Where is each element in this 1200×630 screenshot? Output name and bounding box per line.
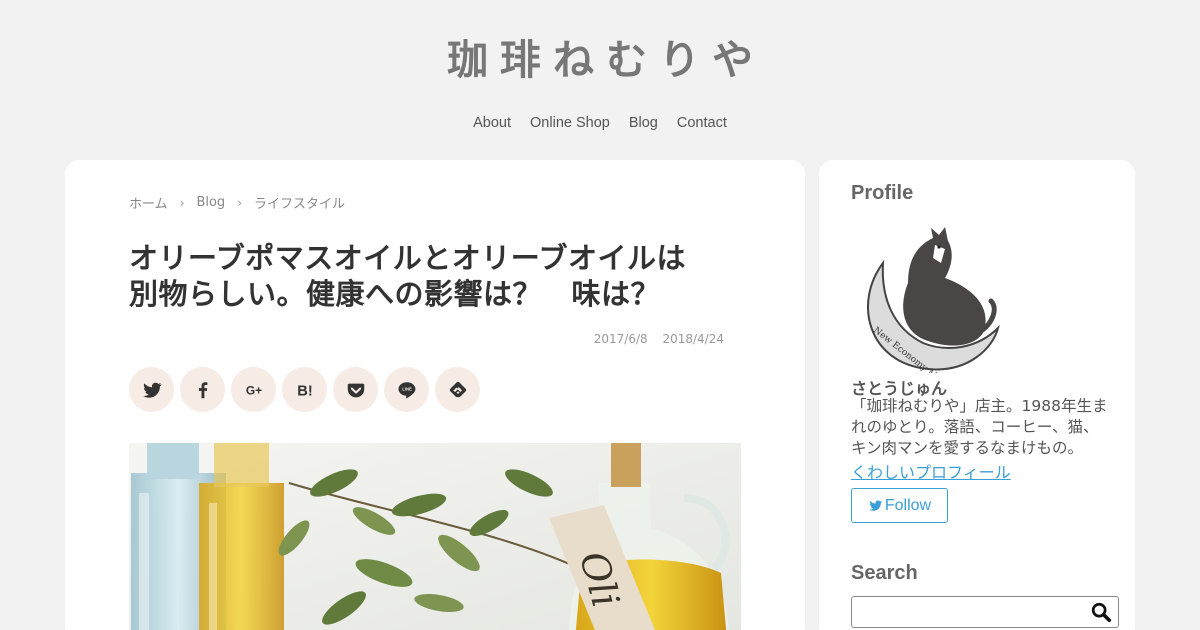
share-google-plus-button[interactable]: G+ — [231, 367, 276, 412]
hatena-text: B! — [297, 383, 312, 399]
chevron-right-icon: › — [179, 195, 185, 210]
search-icon[interactable] — [1090, 601, 1112, 623]
global-nav: About Online Shop Blog Contact — [0, 115, 1200, 131]
twitter-icon — [142, 382, 162, 398]
search-widget-title: Search — [851, 562, 918, 584]
site-title[interactable]: 珈琲ねむりや — [0, 26, 1200, 86]
hatena-bookmark-icon: B! — [297, 383, 312, 399]
facebook-icon — [198, 381, 207, 398]
nav-item-contact[interactable]: Contact — [677, 115, 727, 131]
google-plus-icon: G+ — [245, 383, 261, 397]
published-date: 2017/6/8 — [593, 332, 648, 346]
profile-widget-title: Profile — [851, 182, 914, 204]
article-card: ホーム › Blog › ライフスタイル オリーブポマスオイルとオリーブオイルは… — [65, 160, 805, 630]
twitter-follow-button[interactable]: Follow — [851, 488, 948, 523]
chevron-right-icon: › — [237, 195, 242, 210]
share-hatena-button[interactable]: B! — [282, 367, 327, 412]
post-dates: 2017/6/8 2018/4/24 — [594, 332, 724, 346]
share-facebook-button[interactable] — [180, 367, 225, 412]
author-bio: 「珈琲ねむりや」店主。1988年生ま れのゆとり。落語、コーヒー、猫、 キン肉マ… — [851, 396, 1117, 459]
line-text: LINE — [402, 386, 412, 391]
line-icon: LINE — [397, 381, 415, 398]
search-input[interactable] — [852, 597, 1082, 627]
author-bio-line1: 「珈琲ねむりや」店主。1988年生ま — [851, 397, 1108, 415]
avatar: New Economy Movement ... — [853, 223, 1003, 412]
share-buttons: G+ B! LINE — [129, 367, 480, 412]
pocket-icon — [347, 383, 364, 397]
share-twitter-button[interactable] — [129, 367, 174, 412]
google-plus-text: G+ — [245, 383, 261, 397]
feedly-icon — [449, 381, 466, 397]
breadcrumb-blog[interactable]: Blog — [196, 195, 225, 210]
follow-label: Follow — [884, 496, 932, 514]
author-bio-line2: れのゆとり。落語、コーヒー、猫、 — [851, 418, 1099, 436]
share-feedly-button[interactable] — [435, 367, 480, 412]
sidebar: Profile New Economy Movement ... さとうじゅん … — [819, 160, 1135, 630]
nav-item-blog[interactable]: Blog — [629, 115, 658, 131]
breadcrumb: ホーム › Blog › ライフスタイル — [129, 193, 345, 212]
author-bio-line3: キン肉マンを愛するなまけもの。 — [851, 439, 1084, 457]
olive-oil-photo: Oli — [129, 443, 741, 630]
post-title-line2: 別物らしい。健康への影響は？ 味は？ — [129, 277, 661, 311]
cat-moon-logo: New Economy Movement ... — [867, 227, 1000, 412]
share-line-button[interactable]: LINE — [384, 367, 429, 412]
nav-item-online-shop[interactable]: Online Shop — [530, 115, 610, 131]
updated-date: 2018/4/24 — [662, 332, 724, 346]
twitter-icon — [869, 500, 882, 511]
breadcrumb-lifestyle[interactable]: ライフスタイル — [254, 193, 345, 212]
share-pocket-button[interactable] — [333, 367, 378, 412]
search-box — [851, 596, 1119, 628]
breadcrumb-home[interactable]: ホーム — [129, 193, 168, 212]
profile-detail-link[interactable]: くわしいプロフィール — [851, 459, 1011, 483]
post-title-line1: オリーブポマスオイルとオリーブオイルは — [129, 241, 687, 275]
nav-item-about[interactable]: About — [473, 115, 511, 131]
post-hero-image: Oli — [129, 443, 741, 630]
post-title: オリーブポマスオイルとオリーブオイルは 別物らしい。健康への影響は？ 味は？ — [129, 240, 739, 312]
